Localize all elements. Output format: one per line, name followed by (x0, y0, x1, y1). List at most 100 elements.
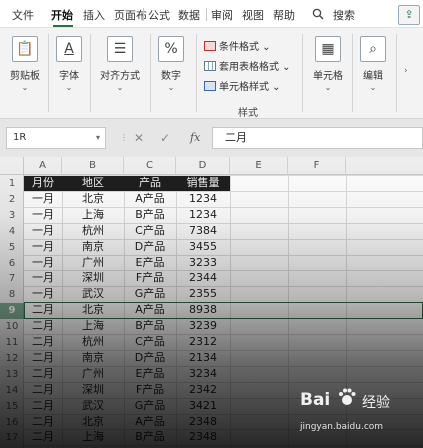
row-header[interactable]: 10 (0, 319, 24, 335)
tab-formulas[interactable]: 公式 (148, 7, 170, 23)
cell-styles-button[interactable]: 单元格样式 ⌄ (204, 78, 281, 93)
share-icon[interactable]: ⇪ (398, 5, 420, 25)
row-header[interactable]: 17 (0, 430, 24, 446)
table-cell[interactable]: B产品 (124, 208, 176, 223)
table-cell[interactable]: 3239 (176, 319, 230, 334)
table-cell[interactable]: E产品 (124, 367, 176, 382)
table-cell[interactable]: 3421 (176, 399, 230, 414)
table-cell[interactable]: 上海 (62, 430, 124, 445)
tab-home[interactable]: 开始 (51, 7, 73, 23)
column-header-f[interactable]: F (288, 157, 346, 175)
table-cell[interactable]: 1234 (176, 208, 230, 223)
row-header[interactable]: 16 (0, 415, 24, 431)
table-header-cell[interactable]: 产品 (124, 176, 176, 191)
row-header[interactable]: 9 (0, 303, 24, 320)
formula-input[interactable]: 二月 (212, 127, 423, 149)
conditional-format-button[interactable]: 条件格式 ⌄ (204, 38, 271, 53)
table-cell[interactable]: A产品 (124, 415, 176, 430)
table-cell[interactable]: 深圳 (62, 271, 124, 286)
table-cell[interactable]: 杭州 (62, 224, 124, 239)
row-header[interactable]: 15 (0, 399, 24, 415)
row-header[interactable]: 11 (0, 335, 24, 351)
table-format-button[interactable]: 套用表格格式 ⌄ (204, 58, 291, 73)
table-cell[interactable]: 2344 (176, 271, 230, 286)
table-cell[interactable]: 一月 (24, 287, 62, 302)
table-cell[interactable]: 二月 (24, 383, 62, 398)
row-header[interactable]: 12 (0, 351, 24, 367)
table-cell[interactable]: 杭州 (62, 335, 124, 350)
table-cell[interactable]: B产品 (124, 430, 176, 445)
row-header[interactable]: 5 (0, 240, 24, 256)
table-cell[interactable]: 深圳 (62, 383, 124, 398)
table-cell[interactable]: 3455 (176, 240, 230, 255)
clipboard-group[interactable]: 📋 剪贴板 ⌄ (8, 36, 42, 92)
table-cell[interactable]: 上海 (62, 319, 124, 334)
table-cell[interactable]: 武汉 (62, 287, 124, 302)
table-cell[interactable]: 二月 (24, 415, 62, 430)
table-cell[interactable]: 2342 (176, 383, 230, 398)
row-header[interactable]: 8 (0, 287, 24, 303)
name-box[interactable]: 1R ▾ (6, 127, 106, 149)
table-cell[interactable]: G产品 (124, 287, 176, 302)
enter-icon[interactable]: ✓ (160, 131, 170, 145)
table-cell[interactable]: D产品 (124, 351, 176, 366)
table-header-cell[interactable]: 地区 (62, 176, 124, 191)
table-cell[interactable]: B产品 (124, 319, 176, 334)
table-cell[interactable]: 一月 (24, 208, 62, 223)
search-icon[interactable] (312, 8, 324, 20)
table-cell[interactable]: F产品 (124, 271, 176, 286)
column-header-e[interactable]: E (230, 157, 288, 175)
table-cell[interactable]: 北京 (62, 415, 124, 430)
table-cell[interactable]: G产品 (124, 399, 176, 414)
spreadsheet-grid[interactable]: ABCDEF 1 2 3 4 5 6 7 8 9 10 11 12 13 14 15 16 17 月份 地区 产品销… (0, 157, 423, 448)
table-cell[interactable]: 广州 (62, 367, 124, 382)
table-cell[interactable]: 二月 (24, 367, 62, 382)
table-cell[interactable]: C产品 (124, 224, 176, 239)
table-cell[interactable]: E产品 (124, 256, 176, 271)
row-header[interactable]: 1 (0, 176, 24, 192)
tab-data[interactable]: 数据 (178, 7, 200, 23)
row-header[interactable]: 2 (0, 192, 24, 208)
table-cell[interactable]: 3234 (176, 367, 230, 382)
table-cell[interactable]: 2348 (176, 415, 230, 430)
table-cell[interactable]: 二月 (24, 399, 62, 414)
tab-insert[interactable]: 插入 (83, 7, 105, 23)
table-cell[interactable]: 一月 (24, 256, 62, 271)
table-cell[interactable]: 一月 (24, 224, 62, 239)
table-cell[interactable]: 2348 (176, 430, 230, 445)
cell-area[interactable]: 月份 地区 产品 销售量 一月 北京 A产品 1234 一月 上海 B产品 1234 一月 杭州 C产品 73… (24, 175, 423, 448)
table-cell[interactable]: C产品 (124, 335, 176, 350)
column-header-c[interactable]: C (124, 157, 176, 175)
cells-group[interactable]: ▦ 单元格 ⌄ (308, 36, 348, 92)
table-cell[interactable]: 3233 (176, 256, 230, 271)
table-cell[interactable]: 上海 (62, 208, 124, 223)
row-header[interactable]: 3 (0, 208, 24, 224)
column-header-b[interactable]: B (62, 157, 124, 175)
font-group[interactable]: A 字体 ⌄ (54, 36, 84, 92)
row-header[interactable]: 6 (0, 256, 24, 272)
table-cell[interactable]: 一月 (24, 271, 62, 286)
row-header[interactable]: 4 (0, 224, 24, 240)
tab-help[interactable]: 帮助 (273, 7, 295, 23)
row-header[interactable]: 13 (0, 367, 24, 383)
cancel-icon[interactable]: ✕ (134, 131, 144, 145)
select-all-corner[interactable] (0, 157, 24, 175)
table-cell[interactable]: 北京 (62, 192, 124, 207)
table-cell[interactable]: 南京 (62, 351, 124, 366)
table-cell[interactable]: D产品 (124, 240, 176, 255)
table-header-cell[interactable]: 销售量 (176, 176, 230, 191)
number-group[interactable]: % 数字 ⌄ (156, 36, 186, 92)
table-cell[interactable]: 二月 (24, 351, 62, 366)
table-cell[interactable]: 2312 (176, 335, 230, 350)
tab-file[interactable]: 文件 (12, 7, 34, 23)
row-header[interactable]: 7 (0, 271, 24, 287)
alignment-group[interactable]: ☰ 对齐方式 ⌄ (96, 36, 144, 92)
tab-review[interactable]: 审阅 (211, 7, 233, 23)
insert-function-icon[interactable]: fx (190, 131, 200, 144)
table-cell[interactable]: 二月 (24, 430, 62, 445)
tab-view[interactable]: 视图 (242, 7, 264, 23)
table-cell[interactable]: 南京 (62, 240, 124, 255)
table-cell[interactable]: 一月 (24, 240, 62, 255)
table-cell[interactable]: 二月 (24, 335, 62, 350)
table-cell[interactable]: 一月 (24, 192, 62, 207)
